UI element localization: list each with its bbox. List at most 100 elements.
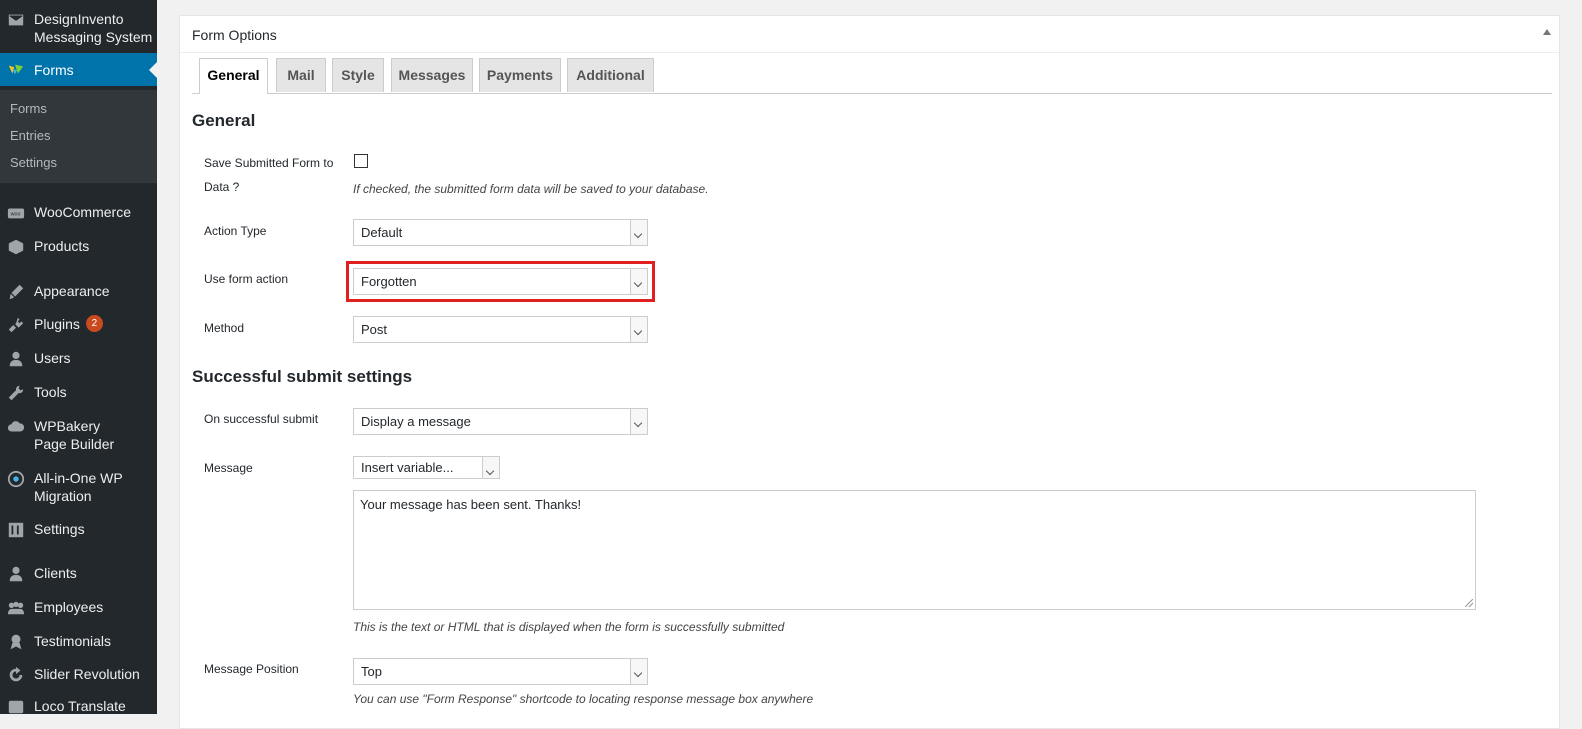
method-value: Post (361, 322, 388, 337)
message-label: Message (204, 461, 253, 475)
award-icon (6, 632, 26, 652)
method-select[interactable]: Post (353, 316, 648, 343)
insert-variable-value: Insert variable... (361, 460, 454, 475)
chevron-down-icon (630, 220, 647, 245)
sidebar-item-label: Employees (34, 599, 104, 615)
brush-icon (6, 282, 26, 302)
use-form-action-select[interactable]: Forgotten (353, 268, 648, 295)
message-position-select[interactable]: Top (353, 658, 648, 685)
sidebar-item-label: Products (34, 238, 90, 254)
sidebar-item-settings[interactable]: Settings (0, 520, 157, 540)
save-submitted-label: Save Submitted Form to Data ? (204, 156, 334, 194)
tab-style[interactable]: Style (332, 58, 384, 92)
tab-bar: General Mail Style Messages Payments Add… (192, 58, 1552, 94)
message-description: This is the text or HTML that is display… (353, 620, 785, 634)
sidebar-item-label: WPBakery Page Builder (34, 418, 115, 452)
sidebar-item-appearance[interactable]: Appearance (0, 282, 157, 302)
sidebar-item-label: DesignInvento Messaging System (34, 11, 153, 45)
sidebar-item-products[interactable]: Products (0, 237, 157, 257)
sidebar-item-label: All-in-One WP Migration (34, 470, 123, 504)
forms-icon (6, 60, 26, 80)
forms-submenu: Forms Entries Settings (0, 90, 157, 183)
panel-title: Form Options (192, 27, 277, 43)
admin-sidebar: DesignInvento Messaging System Forms For… (0, 0, 157, 714)
submenu-item-forms[interactable]: Forms (10, 101, 47, 116)
successful-submit-heading: Successful submit settings (192, 367, 413, 386)
insert-variable-select[interactable]: Insert variable... (353, 456, 500, 479)
cloud-icon (6, 417, 26, 437)
tab-general[interactable]: General (199, 58, 268, 94)
tab-additional[interactable]: Additional (567, 58, 654, 92)
message-position-label: Message Position (204, 662, 299, 676)
sidebar-item-plugins[interactable]: Plugins 2 (0, 315, 157, 335)
message-position-description: You can use "Form Response" shortcode to… (353, 692, 814, 706)
on-successful-submit-label: On successful submit (204, 412, 319, 426)
sidebar-item-messaging-system[interactable]: DesignInvento Messaging System (0, 10, 157, 46)
submenu-item-entries[interactable]: Entries (10, 128, 50, 143)
sidebar-item-loco-translate[interactable]: Loco Translate (0, 697, 157, 714)
save-submitted-description: If checked, the submitted form data will… (353, 182, 709, 196)
sidebar-item-label: WooCommerce (34, 204, 131, 220)
sidebar-item-label: Settings (34, 521, 85, 537)
mail-icon (6, 10, 26, 30)
sidebar-item-slider-revolution[interactable]: Slider Revolution (0, 665, 157, 685)
plugins-update-badge: 2 (85, 315, 103, 332)
sidebar-item-clients[interactable]: Clients (0, 564, 157, 584)
collapse-toggle-icon[interactable] (1543, 29, 1551, 35)
sidebar-item-label: Tools (34, 384, 67, 400)
panel-header: Form Options (180, 16, 1559, 53)
refresh-icon (6, 665, 26, 685)
action-type-value: Default (361, 225, 403, 240)
sidebar-item-label: Plugins (34, 316, 80, 332)
sidebar-item-label: Clients (34, 565, 77, 581)
form-options-panel: Form Options General Mail Style Messages… (179, 15, 1560, 729)
sidebar-item-all-in-one-migration[interactable]: All-in-One WP Migration (0, 469, 157, 505)
general-heading: General (192, 111, 256, 130)
sidebar-item-employees[interactable]: Employees (0, 598, 157, 618)
action-type-select[interactable]: Default (353, 219, 648, 246)
sliders-icon (6, 520, 26, 540)
translate-icon (6, 697, 26, 714)
clients-icon (6, 564, 26, 584)
sidebar-item-label: Loco Translate (34, 698, 126, 714)
migration-icon (6, 469, 26, 489)
method-label: Method (204, 321, 245, 335)
sidebar-item-testimonials[interactable]: Testimonials (0, 632, 157, 652)
resize-handle-icon[interactable] (1465, 599, 1473, 607)
chevron-down-icon (630, 409, 647, 434)
on-successful-submit-select[interactable]: Display a message (353, 408, 648, 435)
sidebar-item-users[interactable]: Users (0, 349, 157, 369)
action-type-label: Action Type (204, 224, 267, 238)
message-position-value: Top (361, 664, 382, 679)
sidebar-item-label: Appearance (34, 283, 110, 299)
sidebar-item-wpbakery[interactable]: WPBakery Page Builder (0, 417, 150, 453)
chevron-down-icon (630, 269, 647, 294)
use-form-action-label: Use form action (204, 272, 289, 286)
message-textarea-value: Your message has been sent. Thanks! (360, 497, 582, 512)
message-textarea[interactable]: Your message has been sent. Thanks! (353, 490, 1476, 610)
tab-mail[interactable]: Mail (276, 58, 326, 92)
svg-text:woo: woo (10, 212, 21, 218)
group-icon (6, 598, 26, 618)
user-icon (6, 349, 26, 369)
sidebar-item-tools[interactable]: Tools (0, 383, 157, 403)
woo-icon: woo (6, 203, 26, 223)
sidebar-item-label: Slider Revolution (34, 666, 140, 682)
plug-icon (6, 315, 26, 335)
use-form-action-value: Forgotten (361, 274, 417, 289)
sidebar-item-woocommerce[interactable]: woo WooCommerce (0, 203, 157, 223)
on-successful-submit-value: Display a message (361, 414, 471, 429)
tab-messages[interactable]: Messages (391, 58, 473, 92)
sidebar-item-label: Testimonials (34, 633, 112, 649)
submenu-item-settings[interactable]: Settings (10, 155, 57, 170)
chevron-down-icon (630, 659, 647, 684)
chevron-down-icon (482, 457, 499, 478)
box-icon (6, 237, 26, 257)
sidebar-item-label: Forms (34, 61, 74, 78)
save-submitted-checkbox[interactable] (354, 154, 368, 168)
sidebar-item-label: Users (34, 350, 71, 366)
sidebar-item-forms[interactable]: Forms (0, 53, 157, 86)
chevron-down-icon (630, 317, 647, 342)
wrench-icon (6, 383, 26, 403)
tab-payments[interactable]: Payments (479, 58, 561, 92)
